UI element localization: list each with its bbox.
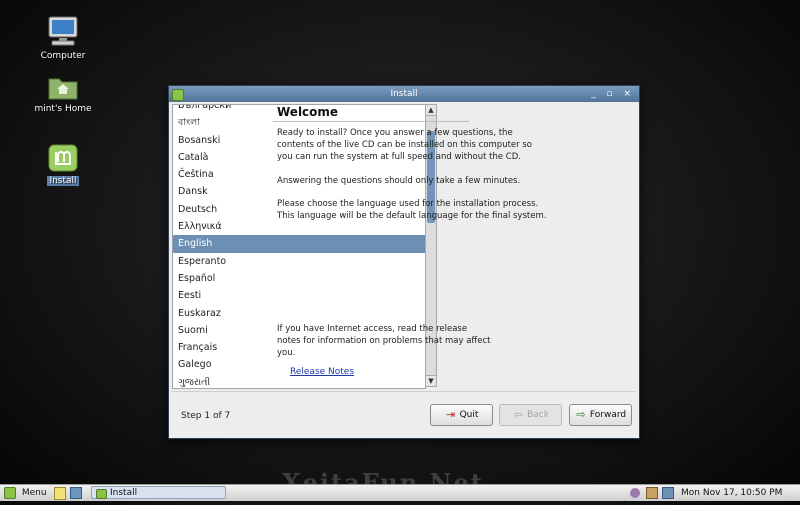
window-title: Install xyxy=(390,89,418,99)
desktop-icon-home[interactable]: mint's Home xyxy=(23,73,103,114)
title-divider xyxy=(273,121,469,122)
settings-tray-icon[interactable] xyxy=(630,486,642,500)
network-tray-icon[interactable] xyxy=(662,486,674,500)
desktop-icon-label: Computer xyxy=(40,51,86,61)
update-tray-icon[interactable] xyxy=(646,486,658,500)
taskbar: Menu Install Mon Nov 17, 10:50 PM xyxy=(0,484,800,501)
desktop-icon-label: Install xyxy=(47,176,79,186)
window-controls[interactable]: _ ▫ × xyxy=(591,86,635,102)
back-arrow-icon: ⇦ xyxy=(513,408,523,421)
app-icon xyxy=(172,89,184,101)
home-folder-icon xyxy=(48,78,78,100)
internet-text: If you have Internet access, read the re… xyxy=(277,324,491,358)
window-titlebar[interactable]: Install _ ▫ × xyxy=(169,86,639,102)
language-item[interactable]: Esperanto xyxy=(173,253,425,270)
choose-language-text: Please choose the language used for the … xyxy=(277,199,547,221)
step-indicator: Step 1 of 7 xyxy=(181,411,231,421)
forward-button[interactable]: ⇨ Forward xyxy=(569,404,632,426)
language-item-selected[interactable]: English xyxy=(173,235,425,253)
clock[interactable]: Mon Nov 17, 10:50 PM xyxy=(681,486,797,500)
page-title: Welcome xyxy=(277,105,339,119)
desktop-icon-label: mint's Home xyxy=(34,104,92,114)
computer-icon xyxy=(48,16,78,46)
mint-menu-icon xyxy=(4,486,16,499)
show-desktop-icon[interactable] xyxy=(70,486,82,500)
scroll-up-arrow-icon[interactable]: ▲ xyxy=(426,105,436,116)
language-item[interactable]: Español xyxy=(173,270,425,287)
text-editor-launcher-icon[interactable] xyxy=(54,486,66,500)
quit-button[interactable]: ⇥ Quit xyxy=(430,404,493,426)
intro-text: Ready to install? Once you answer a few … xyxy=(277,128,532,162)
desktop-icon-computer[interactable]: Computer xyxy=(23,14,103,61)
forward-arrow-icon: ⇨ xyxy=(576,408,586,421)
install-window: Install _ ▫ × Български বাংলা Bosanski C… xyxy=(168,85,640,439)
back-button[interactable]: ⇦ Back xyxy=(499,404,562,426)
desktop-icon-install[interactable]: Install xyxy=(23,143,103,186)
language-item[interactable]: Eesti xyxy=(173,287,425,304)
answering-text: Answering the questions should only take… xyxy=(277,176,521,186)
release-notes-link[interactable]: Release Notes xyxy=(290,367,354,377)
language-item[interactable]: Euskaraz xyxy=(173,305,425,322)
quit-icon: ⇥ xyxy=(445,408,456,421)
footer-divider xyxy=(172,391,636,392)
mint-install-icon xyxy=(48,144,78,172)
scroll-down-arrow-icon[interactable]: ▼ xyxy=(426,375,436,386)
install-task-icon xyxy=(96,489,107,499)
menu-button[interactable]: Menu xyxy=(4,486,50,500)
taskbar-task-install[interactable]: Install xyxy=(91,486,226,499)
